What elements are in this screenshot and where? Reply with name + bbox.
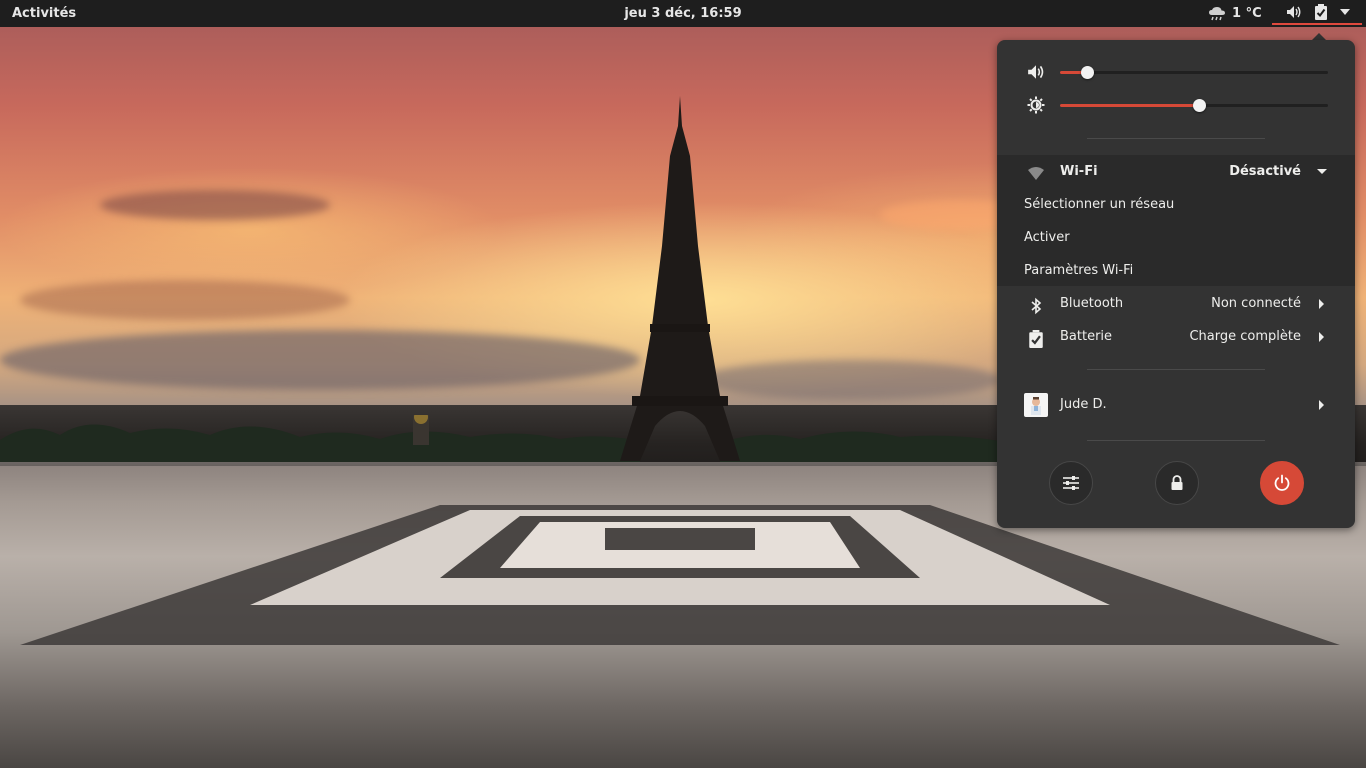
brightness-slider[interactable] bbox=[1060, 99, 1328, 112]
wifi-label: Wi-Fi bbox=[1060, 164, 1098, 179]
bluetooth-row[interactable]: Bluetooth Non connecté bbox=[997, 287, 1355, 320]
audio-volume-icon bbox=[1286, 5, 1302, 19]
bluetooth-icon bbox=[1027, 295, 1045, 315]
user-avatar bbox=[1024, 393, 1048, 417]
weather-temperature: 1 °C bbox=[1232, 6, 1262, 21]
cloud bbox=[0, 330, 640, 390]
wifi-select-network-item[interactable]: Sélectionner un réseau bbox=[1024, 188, 1174, 221]
cloud bbox=[20, 280, 350, 320]
bluetooth-label: Bluetooth bbox=[1060, 296, 1124, 311]
user-row[interactable]: Jude D. bbox=[997, 388, 1355, 421]
chevron-right-icon bbox=[1319, 400, 1324, 410]
battery-full-charged-icon bbox=[1314, 3, 1328, 20]
battery-label: Batterie bbox=[1060, 329, 1113, 344]
wifi-row[interactable]: Wi-Fi Désactivé bbox=[997, 155, 1355, 188]
chevron-down-icon bbox=[1317, 169, 1327, 174]
system-menu-down-arrow-icon bbox=[1340, 8, 1350, 15]
wifi-off-icon bbox=[1027, 163, 1045, 181]
audio-volume-icon bbox=[1027, 63, 1045, 81]
volume-slider[interactable] bbox=[1060, 66, 1328, 79]
clock-container: jeu 3 déc, 16:59 bbox=[0, 0, 1366, 27]
lock-button[interactable] bbox=[1155, 461, 1199, 505]
weather-indicator[interactable]: 1 °C bbox=[1208, 0, 1262, 27]
top-bar: Activités jeu 3 déc, 16:59 1 °C bbox=[0, 0, 1366, 27]
system-menu: Wi-Fi Désactivé Sélectionner un réseau A… bbox=[997, 40, 1355, 528]
power-button[interactable] bbox=[1260, 461, 1304, 505]
clock-button[interactable]: jeu 3 déc, 16:59 bbox=[624, 6, 741, 21]
cloud bbox=[100, 190, 330, 220]
activities-button[interactable]: Activités bbox=[12, 0, 76, 27]
eiffel-tower bbox=[620, 96, 740, 461]
brightness-row bbox=[997, 93, 1355, 117]
settings-icon bbox=[1062, 475, 1080, 491]
volume-row bbox=[997, 60, 1355, 84]
chevron-right-icon bbox=[1319, 332, 1324, 342]
system-indicators-button[interactable] bbox=[1272, 0, 1362, 25]
battery-status: Charge complète bbox=[1189, 329, 1301, 344]
brightness-slider-fill bbox=[1060, 104, 1200, 107]
volume-slider-handle[interactable] bbox=[1080, 66, 1094, 79]
wifi-section: Wi-Fi Désactivé Sélectionner un réseau A… bbox=[997, 155, 1355, 286]
lock-icon bbox=[1170, 475, 1184, 491]
battery-row[interactable]: Batterie Charge complète bbox=[997, 320, 1355, 353]
wifi-status: Désactivé bbox=[1229, 164, 1301, 179]
separator bbox=[1087, 138, 1265, 139]
separator bbox=[1087, 440, 1265, 441]
weather-showers-icon bbox=[1208, 6, 1226, 22]
chevron-right-icon bbox=[1319, 299, 1324, 309]
bluetooth-status: Non connecté bbox=[1211, 296, 1301, 311]
brightness-slider-handle[interactable] bbox=[1193, 99, 1207, 112]
user-name: Jude D. bbox=[1060, 397, 1107, 412]
battery-full-charged-icon bbox=[1027, 328, 1045, 348]
wifi-settings-item[interactable]: Paramètres Wi-Fi bbox=[1024, 254, 1133, 287]
wifi-enable-item[interactable]: Activer bbox=[1024, 221, 1070, 254]
settings-button[interactable] bbox=[1049, 461, 1093, 505]
separator bbox=[1087, 369, 1265, 370]
power-icon bbox=[1273, 474, 1291, 492]
display-brightness-icon bbox=[1027, 96, 1045, 114]
